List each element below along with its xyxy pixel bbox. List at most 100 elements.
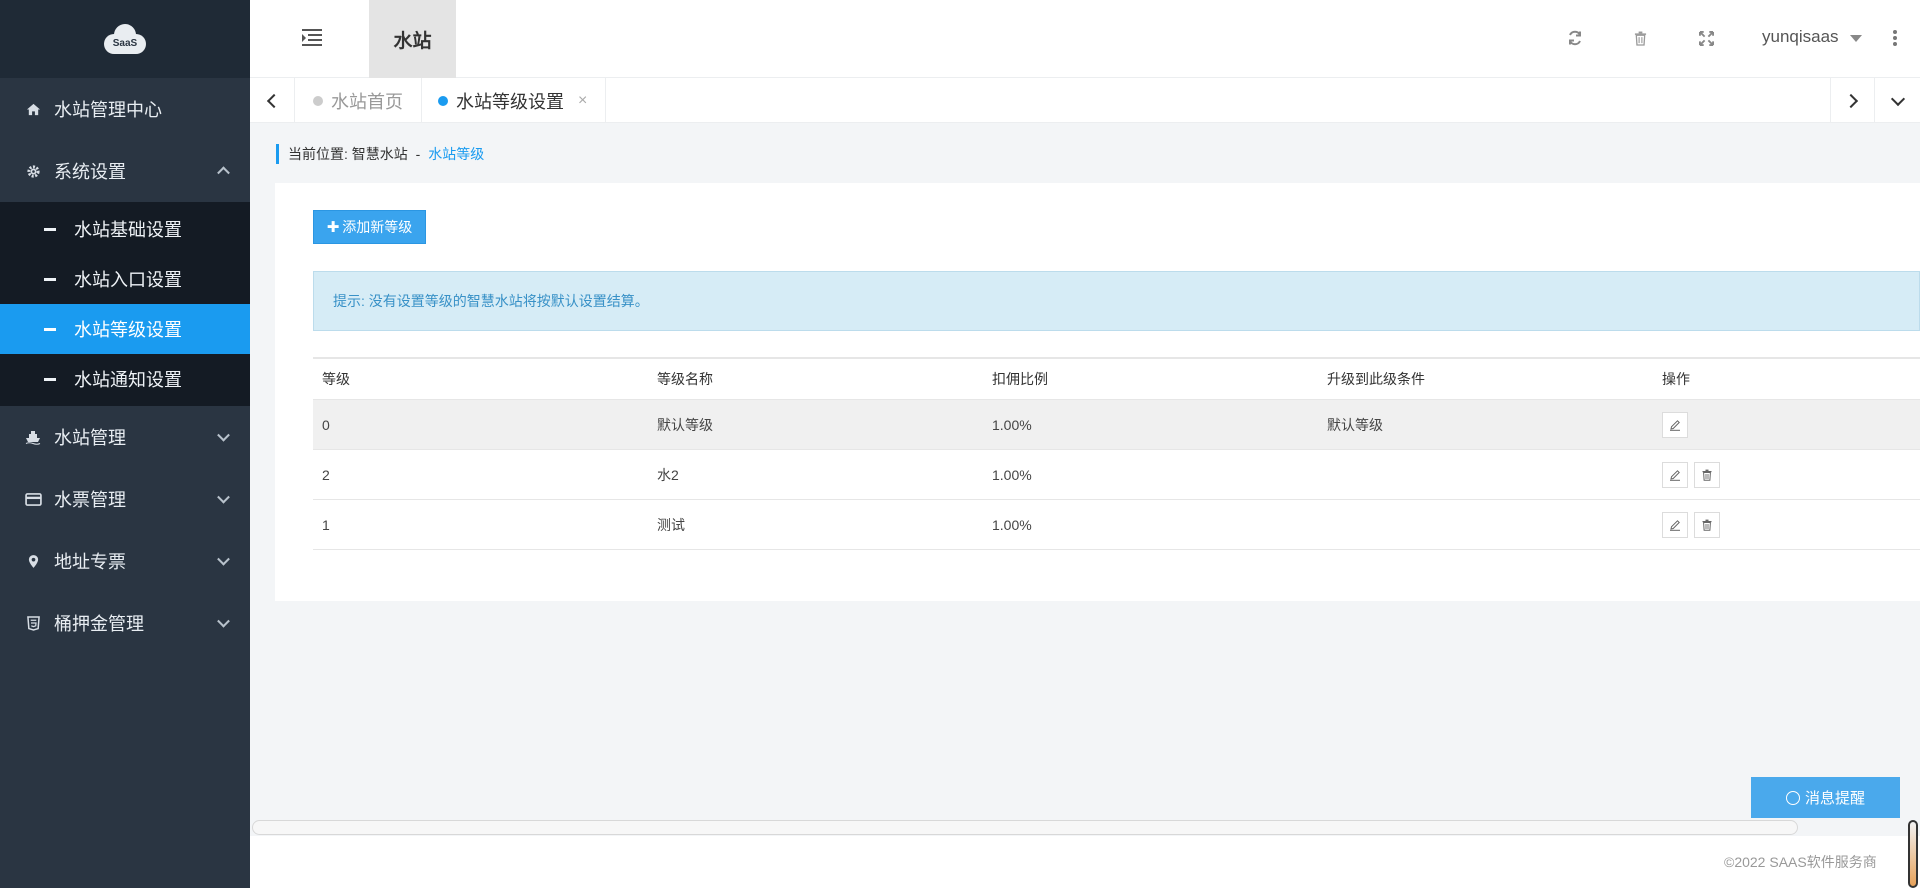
delete-button[interactable]	[1694, 511, 1720, 538]
breadcrumb: 当前位置: 智慧水站 - 水站等级	[276, 144, 484, 164]
delete-button[interactable]	[1694, 461, 1720, 488]
sidebar-subitem-notify-settings[interactable]: 水站通知设置	[0, 354, 250, 404]
html5-icon	[24, 614, 42, 632]
trash-icon[interactable]	[1630, 28, 1650, 48]
sidebar-item-label: 系统设置	[54, 162, 126, 182]
horizontal-scrollbar[interactable]	[252, 820, 1798, 835]
cell-name: 测试	[657, 516, 685, 533]
cell-rate: 1.00%	[992, 466, 1032, 483]
column-header-level: 等级	[322, 371, 350, 387]
sidebar-subitem-level-settings[interactable]: 水站等级设置	[0, 304, 250, 354]
chevron-left-icon	[266, 93, 282, 108]
edit-button[interactable]	[1662, 461, 1688, 488]
chevron-up-icon	[217, 166, 230, 180]
cell-actions	[1653, 411, 1920, 438]
chevron-down-icon	[217, 428, 230, 442]
logo-text: SaaS	[112, 38, 138, 49]
cloud-logo-icon: SaaS	[100, 22, 150, 56]
dash-icon	[44, 277, 56, 281]
sidebar-item-address-ticket[interactable]: 地址专票	[0, 530, 250, 592]
pencil-icon	[1670, 419, 1680, 431]
cell-rate: 1.00%	[992, 516, 1032, 533]
dash-icon	[44, 327, 56, 331]
cell-name: 水2	[657, 466, 679, 483]
chevron-down-icon	[1890, 91, 1905, 106]
vertical-scrollbar[interactable]	[1908, 820, 1918, 888]
footer	[250, 836, 1920, 888]
sidebar-subitem-basic-settings[interactable]: 水站基础设置	[0, 204, 250, 254]
caret-down-icon[interactable]	[1850, 35, 1862, 42]
trash-icon	[1702, 469, 1712, 481]
sidebar-item-station-center[interactable]: 水站管理中心	[0, 78, 250, 140]
dash-icon	[44, 227, 56, 231]
submenu-system-settings: 水站基础设置 水站入口设置 水站等级设置 水站通知设置	[0, 202, 250, 406]
tab-scroll-left-button[interactable]	[250, 78, 295, 123]
sidebar-subitem-entry-settings[interactable]: 水站入口设置	[0, 254, 250, 304]
add-level-button[interactable]: ✚ 添加新等级	[313, 210, 426, 244]
tab-level-settings[interactable]: 水站等级设置 ×	[420, 78, 607, 123]
chevron-right-icon	[1843, 93, 1858, 108]
sidebar-item-label: 水票管理	[54, 490, 126, 510]
tab-dropdown-button[interactable]	[1875, 78, 1920, 123]
info-alert: 提示: 没有设置等级的智慧水站将按默认设置结算。	[313, 271, 1920, 331]
dash-icon	[44, 377, 56, 381]
sidebar-subitem-label: 水站等级设置	[74, 320, 182, 340]
cell-actions	[1653, 461, 1920, 488]
cell-level: 2	[322, 466, 330, 483]
ship-icon	[24, 428, 42, 446]
edit-button[interactable]	[1662, 511, 1688, 538]
fullscreen-icon[interactable]	[1696, 28, 1716, 48]
cell-name: 默认等级	[657, 416, 713, 433]
logo[interactable]: SaaS	[0, 0, 250, 78]
table-row: 0 默认等级 1.00% 默认等级	[313, 400, 1920, 450]
cell-actions	[1653, 511, 1920, 538]
column-header-rate: 扣佣比例	[992, 371, 1048, 387]
top-header: 水站 yunqisaas	[250, 0, 1920, 78]
sidebar-item-bucket-deposit[interactable]: 桶押金管理	[0, 592, 250, 654]
tab-scroll-right-button[interactable]	[1830, 78, 1875, 123]
tab-label: 水站等级设置	[456, 91, 564, 112]
user-name[interactable]: yunqisaas	[1762, 27, 1839, 47]
header-tab-station[interactable]: 水站	[369, 0, 456, 78]
home-icon	[24, 100, 42, 118]
trash-icon	[1702, 519, 1712, 531]
breadcrumb-separator: -	[415, 146, 421, 162]
sidebar-item-label: 桶押金管理	[54, 614, 144, 634]
breadcrumb-parent[interactable]: 智慧水站	[352, 146, 408, 162]
breadcrumb-current[interactable]: 水站等级	[428, 146, 484, 162]
cell-level: 0	[322, 416, 330, 433]
sidebar-item-system-settings[interactable]: 系统设置	[0, 140, 250, 202]
edit-button[interactable]	[1662, 411, 1688, 438]
page-tab-strip: 水站首页 水站等级设置 ×	[250, 78, 1920, 123]
table-row: 1 测试 1.00%	[313, 500, 1920, 550]
refresh-icon[interactable]	[1565, 28, 1585, 48]
column-header-name: 等级名称	[657, 371, 713, 387]
pencil-icon	[1670, 519, 1680, 531]
sidebar: SaaS 水站管理中心 系统设置 水站基础设置 水站入口设置 水站等级设置 水站	[0, 0, 250, 888]
column-header-actions: 操作	[1662, 371, 1690, 387]
cell-rate: 1.00%	[992, 416, 1032, 433]
cell-level: 1	[322, 516, 330, 533]
close-icon[interactable]: ×	[578, 92, 587, 110]
copyright-text: ©2022 SAAS软件服务商	[1724, 854, 1877, 870]
chat-bubble-icon	[1785, 790, 1800, 805]
kebab-icon[interactable]	[1893, 30, 1897, 46]
level-table: 等级 等级名称 扣佣比例 升级到此级条件 操作 0 默认等级 1.00% 默认等…	[313, 357, 1920, 550]
sidebar-subitem-label: 水站入口设置	[74, 270, 182, 290]
add-level-label: 添加新等级	[342, 219, 413, 235]
menu-toggle-icon[interactable]	[302, 29, 322, 46]
tab-station-home[interactable]: 水站首页	[295, 78, 422, 123]
tab-dot-icon	[438, 95, 448, 106]
table-header-row: 等级 等级名称 扣佣比例 升级到此级条件 操作	[313, 357, 1920, 400]
sidebar-subitem-label: 水站基础设置	[74, 220, 182, 240]
chevron-down-icon	[217, 614, 230, 628]
message-reminder-button[interactable]: 消息提醒	[1751, 777, 1900, 818]
pencil-icon	[1670, 469, 1680, 481]
message-reminder-label: 消息提醒	[1804, 790, 1865, 807]
sidebar-subitem-label: 水站通知设置	[74, 370, 182, 390]
sidebar-item-station-management[interactable]: 水站管理	[0, 406, 250, 468]
sidebar-item-label: 水站管理中心	[54, 100, 162, 120]
breadcrumb-prefix: 当前位置:	[288, 146, 348, 162]
sidebar-item-ticket-management[interactable]: 水票管理	[0, 468, 250, 530]
gear-icon	[24, 162, 42, 180]
